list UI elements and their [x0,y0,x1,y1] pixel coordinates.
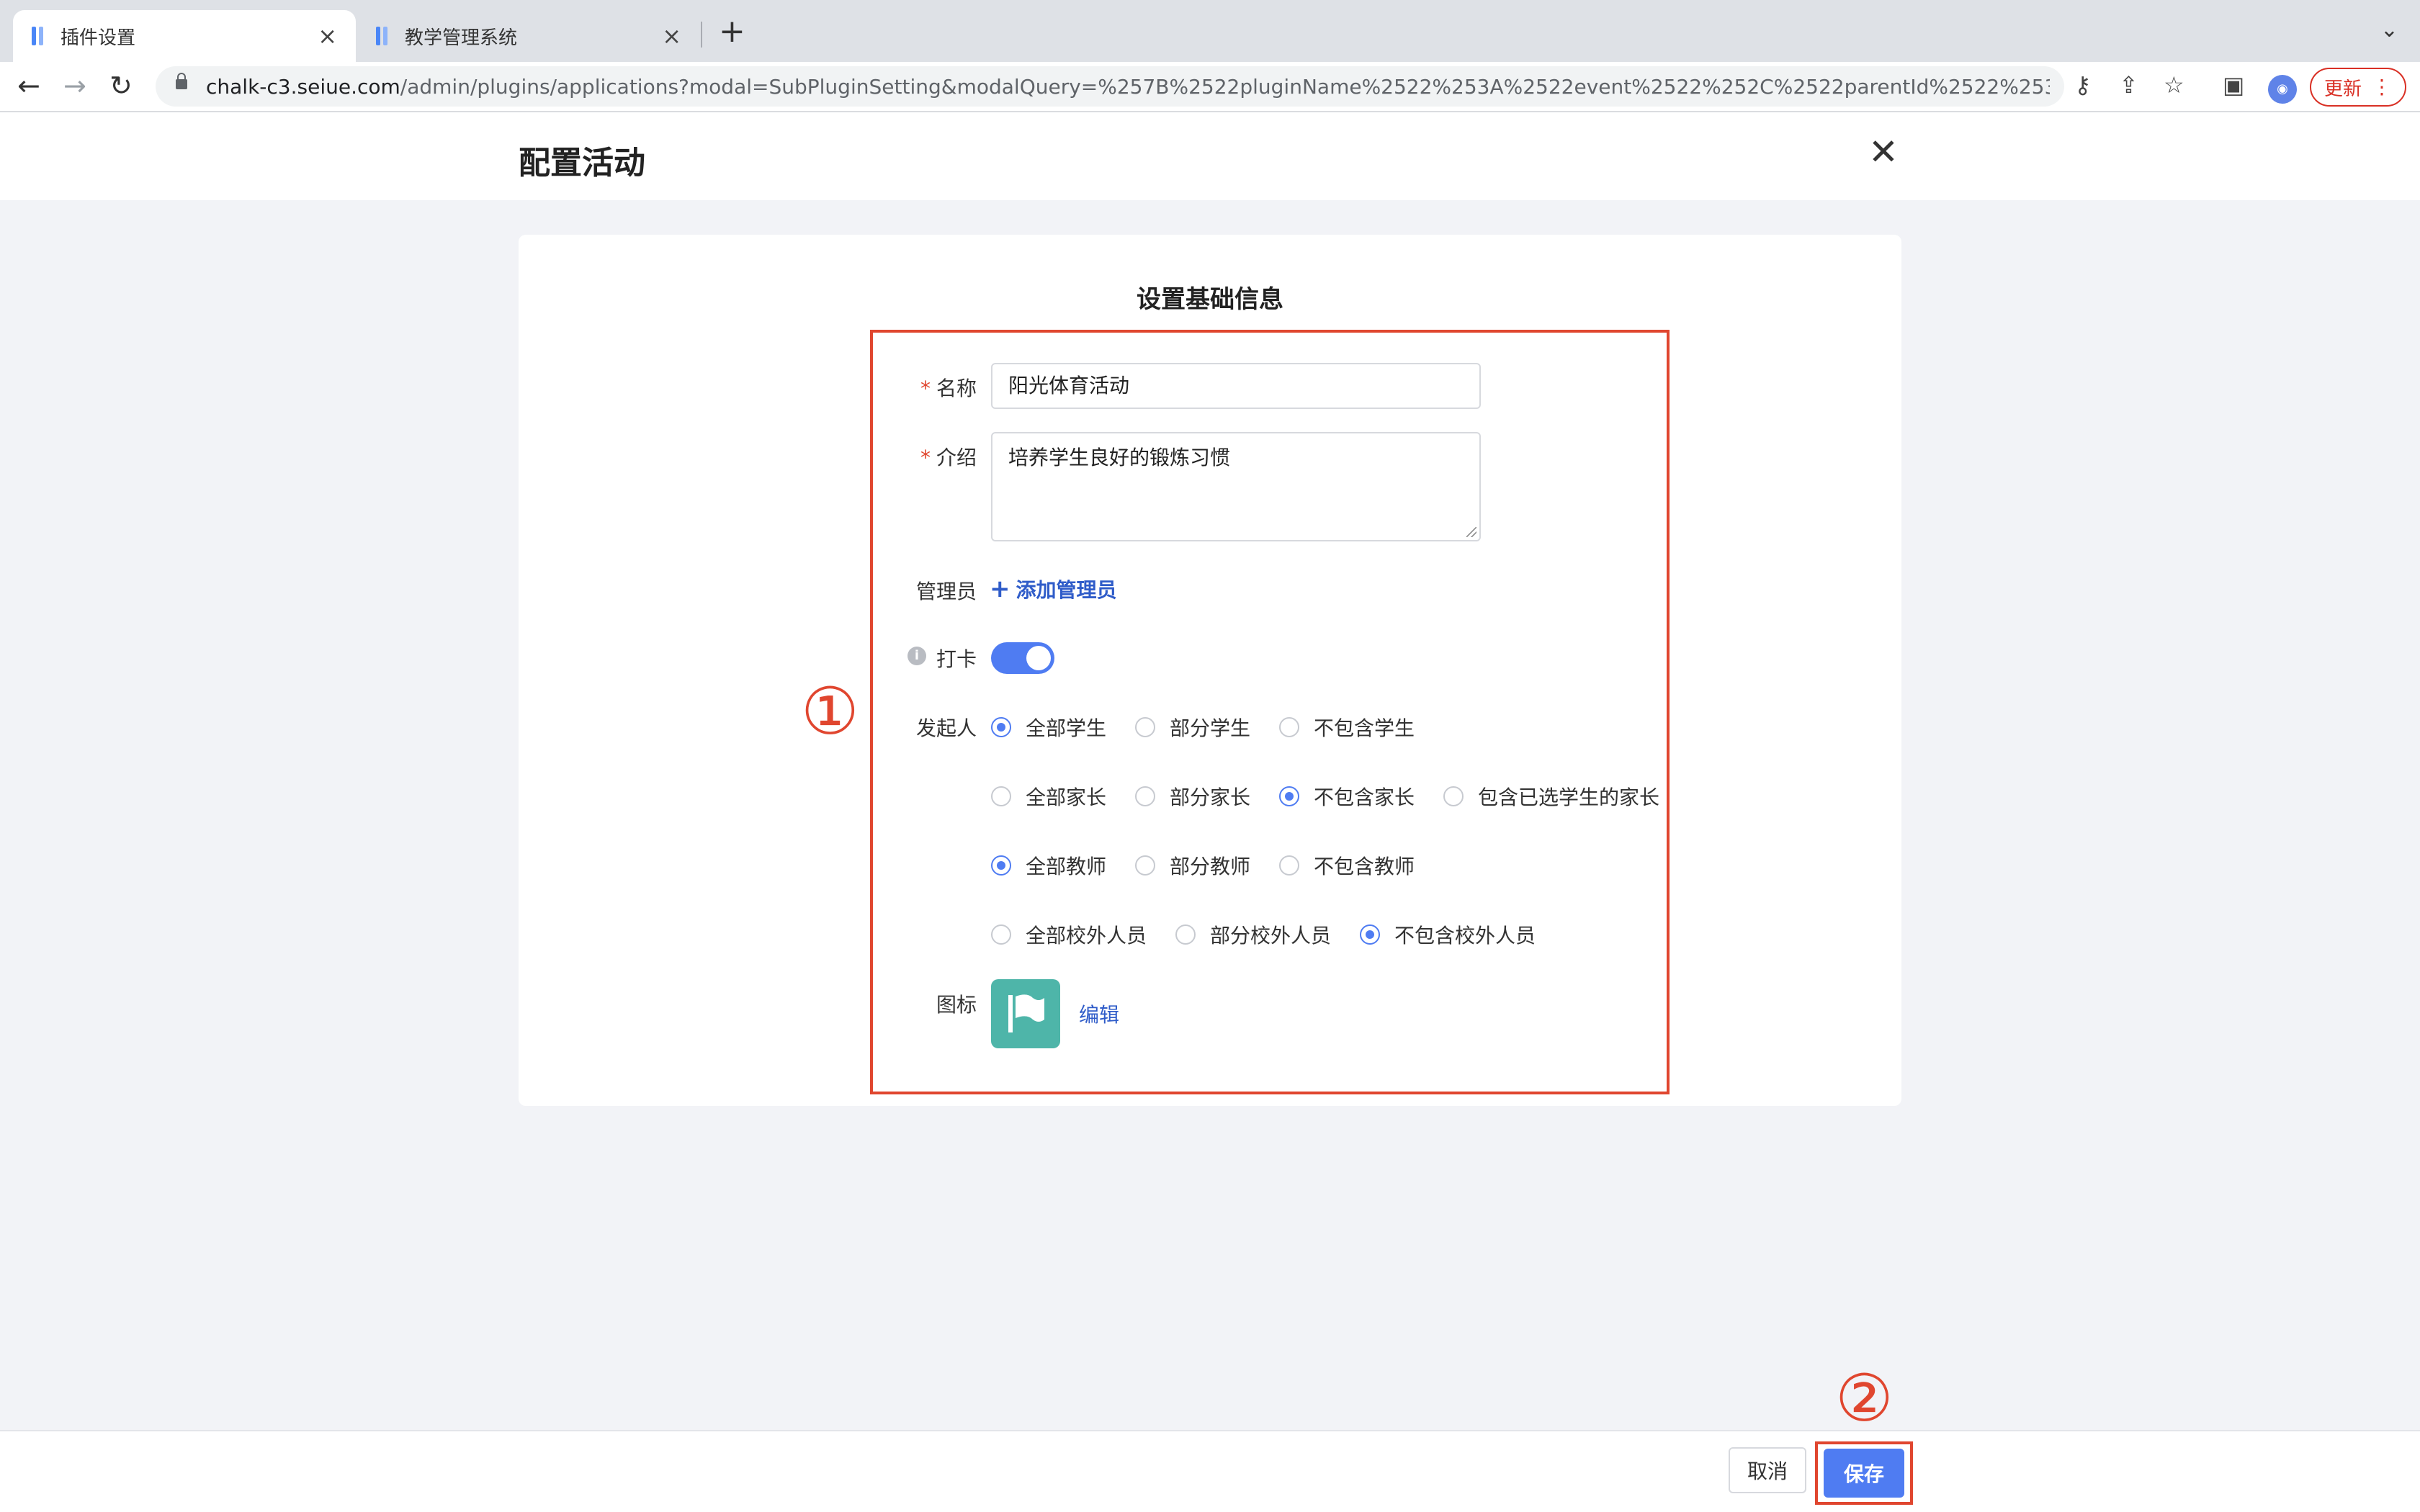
name-input[interactable]: 阳光体育活动 [991,363,1481,409]
side-panel-icon[interactable]: ▣ [2223,73,2244,96]
intro-text: 培养学生良好的锻炼习惯 [1008,446,1231,469]
radio-some-teachers[interactable]: 部分教师 [1135,851,1250,880]
cancel-button[interactable]: 取消 [1729,1447,1806,1493]
radio-group-teachers: 全部教师 部分教师 不包含教师 [991,851,1443,880]
seiue-favicon-icon [376,27,387,45]
forward-arrow-icon[interactable]: → [63,72,86,99]
close-icon[interactable]: × [318,24,337,48]
checkin-toggle[interactable] [991,642,1054,674]
update-label: 更新 [2323,78,2362,100]
radio-some-students[interactable]: 部分学生 [1135,713,1250,742]
seiue-favicon-icon [32,27,43,45]
radio-dot [1135,855,1156,876]
radio-dot [1443,786,1464,806]
radio-dot [1135,786,1156,806]
radio-dot [991,786,1011,806]
radio-dot [991,855,1011,876]
address-bar[interactable]: chalk-c3.seiue.com/admin/plugins/applica… [156,66,2064,107]
radio-dot [1279,855,1300,876]
radio-selected-students-parents[interactable]: 包含已选学生的家长 [1443,782,1659,811]
star-icon[interactable]: ☆ [2164,73,2184,96]
annotation-marker-2: ② [1835,1361,1894,1436]
more-vertical-icon: ⋮ [2372,75,2392,99]
intro-textarea[interactable]: 培养学生良好的锻炼习惯 [991,432,1481,541]
intro-label: * 介绍 [920,446,977,469]
name-label: * 名称 [920,377,977,400]
flag-svg [1008,994,1044,1032]
checkin-label: 打卡 [936,647,977,671]
update-button[interactable]: 更新 ⋮ [2310,68,2406,107]
radio-dot [991,924,1011,945]
tab-label: 教学管理系统 [405,27,518,49]
flag-icon [991,979,1060,1048]
save-button[interactable]: 保存 [1824,1449,1904,1498]
resize-handle-icon[interactable] [1466,527,1476,537]
radio-no-parents[interactable]: 不包含家长 [1279,782,1415,811]
lock-icon [176,73,187,89]
modal-footer: 取消 保存 [0,1430,2420,1512]
close-icon[interactable]: × [662,24,681,48]
close-icon[interactable]: ✕ [1868,134,1899,170]
url-text: chalk-c3.seiue.com/admin/plugins/applica… [206,74,2050,99]
share-icon[interactable]: ⇪ [2119,73,2138,96]
back-arrow-icon[interactable]: ← [17,72,40,99]
browser-tab-bar: 插件设置 × 教学管理系统 × + ⌄ [0,0,2420,62]
browser-toolbar: ← → ↻ chalk-c3.seiue.com/admin/plugins/a… [0,62,2420,112]
section-title: 设置基础信息 [1137,285,1283,314]
chevron-down-icon[interactable]: ⌄ [2380,17,2398,42]
profile-avatar[interactable]: ◉ [2268,75,2297,104]
modal-header: 配置活动 ✕ [0,112,2420,200]
radio-all-students[interactable]: 全部学生 [991,713,1106,742]
radio-dot [991,717,1011,737]
plus-icon: + [990,575,1010,603]
key-icon[interactable]: ⚷ [2074,73,2091,96]
radio-all-parents[interactable]: 全部家长 [991,782,1106,811]
tab-plugin-settings[interactable]: 插件设置 × [13,10,356,62]
radio-group-students: 全部学生 部分学生 不包含学生 [991,713,1443,742]
page-title: 配置活动 [519,145,645,181]
annotation-box-save: 保存 [1815,1441,1913,1505]
admin-label: 管理员 [915,580,977,603]
edit-icon-link[interactable]: 编辑 [1079,999,1119,1028]
radio-dot [1175,924,1196,945]
radio-dot [1279,717,1300,737]
new-tab-plus-icon[interactable]: + [719,16,745,48]
initiator-label: 发起人 [915,716,977,740]
radio-no-teachers[interactable]: 不包含教师 [1279,851,1415,880]
radio-all-teachers[interactable]: 全部教师 [991,851,1106,880]
radio-no-students[interactable]: 不包含学生 [1279,713,1415,742]
radio-some-external[interactable]: 部分校外人员 [1175,920,1331,949]
radio-dot [1135,717,1156,737]
add-admin-button[interactable]: + 添加管理员 [990,575,1117,603]
radio-no-external[interactable]: 不包含校外人员 [1360,920,1536,949]
radio-dot [1279,786,1300,806]
tab-teaching-system[interactable]: 教学管理系统 × [357,10,700,62]
annotation-marker-1: ① [801,674,859,750]
tab-label: 插件设置 [60,27,136,49]
radio-some-parents[interactable]: 部分家长 [1135,782,1250,811]
reload-icon[interactable]: ↻ [109,72,133,99]
radio-group-external: 全部校外人员 部分校外人员 不包含校外人员 [991,920,1564,949]
tab-separator [701,22,702,48]
radio-all-external[interactable]: 全部校外人员 [991,920,1147,949]
toggle-knob [1026,646,1051,670]
icon-label: 图标 [936,993,977,1017]
radio-dot [1360,924,1381,945]
radio-group-parents: 全部家长 部分家长 不包含家长 包含已选学生的家长 [991,782,1688,811]
